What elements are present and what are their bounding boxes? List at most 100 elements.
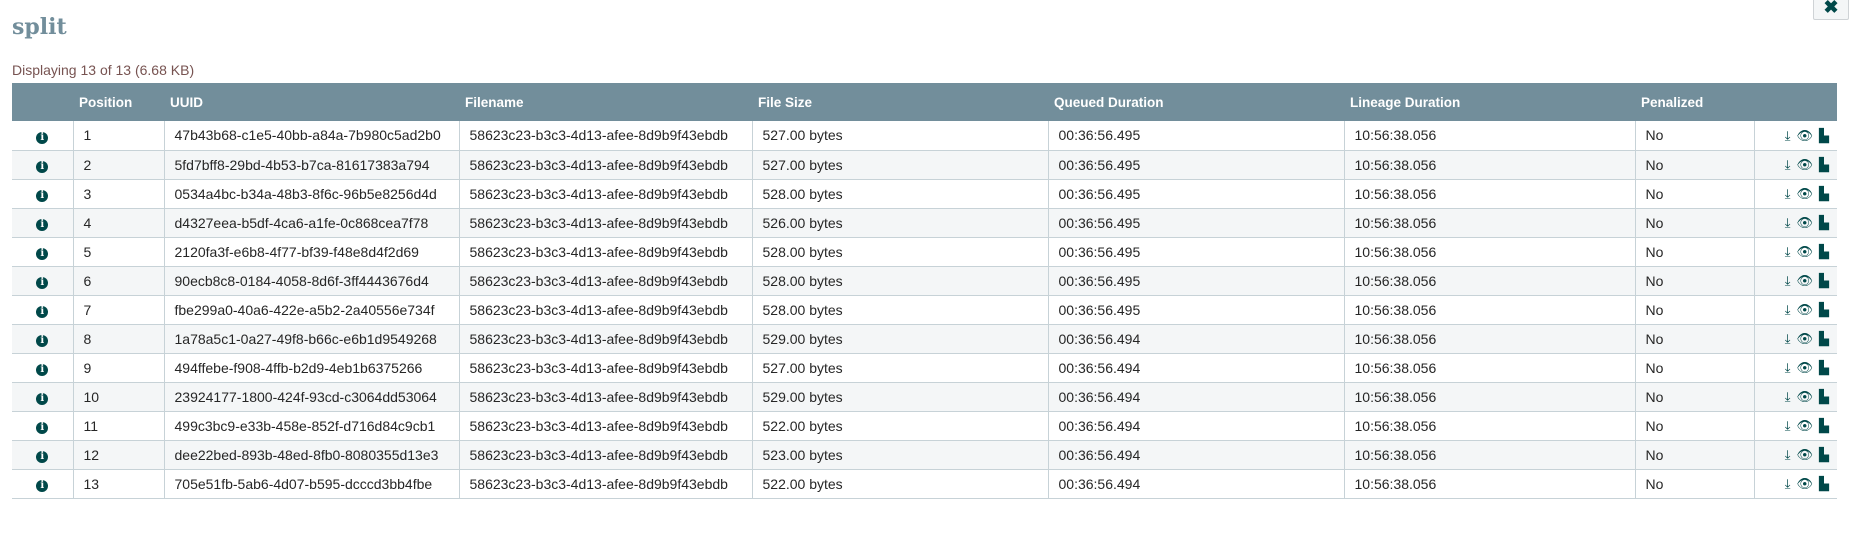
info-icon[interactable]: i <box>36 480 49 492</box>
table-row: i 12 dee22bed-893b-48ed-8fb0-8080355d13e3 5… <box>12 440 1837 470</box>
cell-queued: 00:36:56.495 <box>1047 237 1344 267</box>
column-header-penalized[interactable]: Penalized <box>1635 83 1754 121</box>
download-icon[interactable]: ⤓ <box>1785 215 1791 231</box>
provenance-icon[interactable]: ▙ <box>1819 302 1829 318</box>
cell-queued: 00:36:56.495 <box>1047 266 1344 296</box>
info-icon[interactable]: i <box>36 364 49 376</box>
provenance-icon[interactable]: ▙ <box>1819 215 1829 231</box>
eye-icon[interactable]: 👁 <box>1796 244 1813 260</box>
download-icon[interactable]: ⤓ <box>1785 447 1791 463</box>
cell-uuid: 705e51fb-5ab6-4d07-b595-dcccd3bb4fbe <box>163 469 459 499</box>
actions-cell: ⤓ 👁 ▙ <box>1753 440 1837 470</box>
download-icon[interactable]: ⤓ <box>1785 273 1791 289</box>
provenance-icon[interactable]: ▙ <box>1819 157 1829 173</box>
eye-icon[interactable]: 👁 <box>1796 447 1813 463</box>
cell-penalized: No <box>1634 121 1754 151</box>
info-cell: i <box>12 208 73 238</box>
info-icon[interactable]: i <box>36 393 49 405</box>
column-header-uuid[interactable]: UUID <box>164 83 459 121</box>
column-header-queued-duration[interactable]: Queued Duration <box>1048 83 1344 121</box>
eye-icon[interactable]: 👁 <box>1796 273 1813 289</box>
download-icon[interactable]: ⤓ <box>1785 244 1791 260</box>
eye-icon[interactable]: 👁 <box>1796 418 1813 434</box>
cell-uuid: 90ecb8c8-0184-4058-8d6f-3ff4443676d4 <box>163 266 459 296</box>
download-icon[interactable]: ⤓ <box>1785 360 1791 376</box>
cell-penalized: No <box>1634 266 1754 296</box>
info-icon[interactable]: i <box>36 277 49 289</box>
cell-queued: 00:36:56.494 <box>1047 353 1344 383</box>
actions-cell: ⤓ 👁 ▙ <box>1753 382 1837 412</box>
cell-lineage: 10:56:38.056 <box>1343 121 1635 151</box>
provenance-icon[interactable]: ▙ <box>1819 186 1829 202</box>
info-cell: i <box>12 295 73 325</box>
provenance-icon[interactable]: ▙ <box>1819 418 1829 434</box>
actions-cell: ⤓ 👁 ▙ <box>1753 121 1837 151</box>
cell-size: 526.00 bytes <box>751 208 1048 238</box>
eye-icon[interactable]: 👁 <box>1796 128 1813 144</box>
download-icon[interactable]: ⤓ <box>1785 186 1791 202</box>
cell-lineage: 10:56:38.056 <box>1343 179 1635 209</box>
provenance-icon[interactable]: ▙ <box>1819 389 1829 405</box>
info-icon[interactable]: i <box>36 161 49 173</box>
provenance-icon[interactable]: ▙ <box>1819 476 1829 492</box>
provenance-icon[interactable]: ▙ <box>1819 360 1829 376</box>
cell-position: 10 <box>72 382 164 412</box>
download-icon[interactable]: ⤓ <box>1785 157 1791 173</box>
cell-filename: 58623c23-b3c3-4d13-afee-8d9b9f43ebdb <box>458 353 752 383</box>
download-icon[interactable]: ⤓ <box>1785 389 1791 405</box>
cell-size: 522.00 bytes <box>751 469 1048 499</box>
close-button[interactable]: ✖ <box>1813 0 1849 20</box>
cell-lineage: 10:56:38.056 <box>1343 469 1635 499</box>
cell-penalized: No <box>1634 382 1754 412</box>
cell-position: 12 <box>72 440 164 470</box>
provenance-icon[interactable]: ▙ <box>1819 331 1829 347</box>
column-header-file-size[interactable]: File Size <box>752 83 1048 121</box>
column-header-position[interactable]: Position <box>73 83 164 121</box>
eye-icon[interactable]: 👁 <box>1796 215 1813 231</box>
download-icon[interactable]: ⤓ <box>1785 302 1791 318</box>
actions-cell: ⤓ 👁 ▙ <box>1753 353 1837 383</box>
info-cell: i <box>12 469 73 499</box>
cell-size: 527.00 bytes <box>751 121 1048 151</box>
info-icon[interactable]: i <box>36 306 49 318</box>
provenance-icon[interactable]: ▙ <box>1819 273 1829 289</box>
info-icon[interactable]: i <box>36 131 49 144</box>
download-icon[interactable]: ⤓ <box>1785 128 1791 144</box>
cell-filename: 58623c23-b3c3-4d13-afee-8d9b9f43ebdb <box>458 295 752 325</box>
eye-icon[interactable]: 👁 <box>1796 360 1813 376</box>
info-cell: i <box>12 353 73 383</box>
info-icon[interactable]: i <box>36 219 49 231</box>
cell-queued: 00:36:56.494 <box>1047 469 1344 499</box>
provenance-icon[interactable]: ▙ <box>1819 128 1829 144</box>
download-icon[interactable]: ⤓ <box>1785 331 1791 347</box>
actions-cell: ⤓ 👁 ▙ <box>1753 411 1837 441</box>
download-icon[interactable]: ⤓ <box>1785 476 1791 492</box>
cell-size: 522.00 bytes <box>751 411 1048 441</box>
download-icon[interactable]: ⤓ <box>1785 418 1791 434</box>
eye-icon[interactable]: 👁 <box>1796 302 1813 318</box>
eye-icon[interactable]: 👁 <box>1796 186 1813 202</box>
eye-icon[interactable]: 👁 <box>1796 331 1813 347</box>
info-cell: i <box>12 121 73 151</box>
provenance-icon[interactable]: ▙ <box>1819 447 1829 463</box>
info-icon[interactable]: i <box>36 335 49 347</box>
eye-icon[interactable]: 👁 <box>1796 157 1813 173</box>
cell-uuid: 1a78a5c1-0a27-49f8-b66c-e6b1d9549268 <box>163 324 459 354</box>
cell-penalized: No <box>1634 208 1754 238</box>
table-row: i 5 2120fa3f-e6b8-4f77-bf39-f48e8d4f2d69 58… <box>12 237 1837 267</box>
cell-filename: 58623c23-b3c3-4d13-afee-8d9b9f43ebdb <box>458 266 752 296</box>
column-header-lineage-duration[interactable]: Lineage Duration <box>1344 83 1635 121</box>
table-row: i 10 23924177-1800-424f-93cd-c3064dd53064 5… <box>12 382 1837 412</box>
actions-cell: ⤓ 👁 ▙ <box>1753 295 1837 325</box>
eye-icon[interactable]: 👁 <box>1796 476 1813 492</box>
info-icon[interactable]: i <box>36 451 49 463</box>
queue-summary: Displaying 13 of 13 (6.68 KB) <box>12 62 195 78</box>
column-header-filename[interactable]: Filename <box>459 83 752 121</box>
provenance-icon[interactable]: ▙ <box>1819 244 1829 260</box>
info-icon[interactable]: i <box>36 248 49 260</box>
cell-filename: 58623c23-b3c3-4d13-afee-8d9b9f43ebdb <box>458 411 752 441</box>
info-icon[interactable]: i <box>36 190 49 202</box>
info-icon[interactable]: i <box>36 422 49 434</box>
eye-icon[interactable]: 👁 <box>1796 389 1813 405</box>
cell-uuid: 494ffebe-f908-4ffb-b2d9-4eb1b6375266 <box>163 353 459 383</box>
